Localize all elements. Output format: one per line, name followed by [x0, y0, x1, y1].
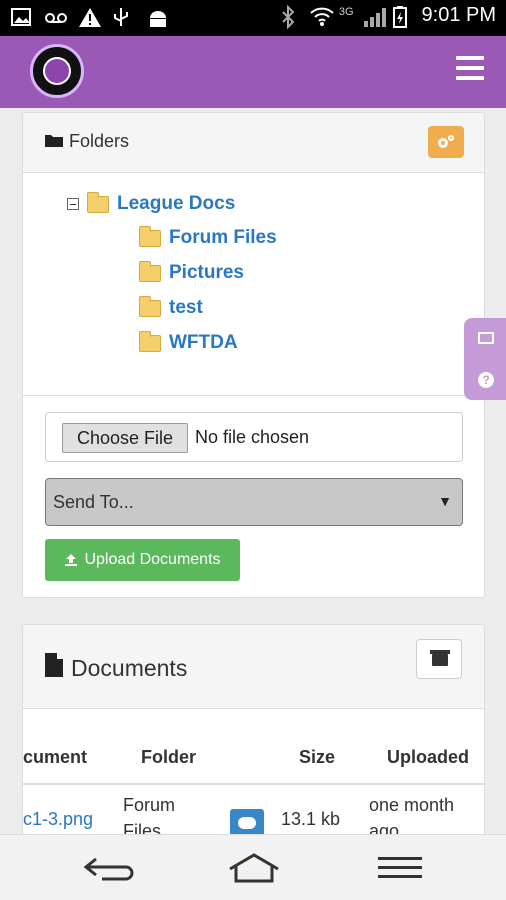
- folder-icon: [139, 260, 161, 282]
- notification-icons: [10, 6, 168, 28]
- document-icon: [45, 653, 63, 683]
- league-logo[interactable]: [30, 44, 84, 98]
- file-input[interactable]: Choose File No file chosen: [45, 412, 463, 462]
- upload-documents-button[interactable]: Upload Documents: [45, 539, 240, 581]
- column-header-size[interactable]: Size: [299, 747, 335, 768]
- archive-button[interactable]: [416, 639, 462, 679]
- battery-charging-icon: [392, 5, 414, 28]
- upload-button-label: Upload Documents: [84, 551, 221, 568]
- comment-icon: [238, 817, 256, 829]
- help-icon[interactable]: ?: [478, 372, 494, 388]
- home-icon: [229, 853, 279, 883]
- system-nav-bar: [0, 834, 506, 900]
- column-header-folder[interactable]: Folder: [141, 747, 196, 768]
- home-button[interactable]: [226, 853, 279, 883]
- usb-icon: [112, 6, 134, 28]
- dropdown-arrow-icon: ▼: [438, 493, 452, 509]
- tree-item-pictures[interactable]: Pictures: [139, 260, 244, 284]
- tree-item-forum-files[interactable]: Forum Files: [139, 225, 277, 249]
- tree-item-label: Pictures: [169, 262, 244, 283]
- upload-icon: [65, 554, 78, 566]
- menu-bar-line: [456, 56, 484, 60]
- wifi-icon: [309, 5, 334, 27]
- document-name-link[interactable]: c1-3.png: [23, 809, 93, 830]
- document-size: 13.1 kb: [281, 809, 341, 829]
- tree-item-league-docs[interactable]: League Docs: [67, 191, 236, 215]
- tree-item-label: Forum Files: [169, 227, 277, 248]
- documents-title: Documents: [45, 653, 187, 683]
- voicemail-icon: [44, 6, 67, 28]
- menu-bar-line: [456, 76, 484, 80]
- system-status: 3G 9:01 PM: [279, 4, 496, 29]
- tree-item-wftda[interactable]: WFTDA: [139, 330, 238, 354]
- tree-item-label: test: [169, 297, 203, 318]
- logo-emblem: [43, 57, 71, 85]
- folder-icon: [45, 131, 63, 152]
- folder-icon: [139, 330, 161, 352]
- folder-open-icon: [87, 191, 109, 213]
- menu-lines-icon: [378, 857, 422, 878]
- tree-item-label: League Docs: [117, 193, 236, 214]
- bluetooth-icon: [279, 4, 301, 29]
- document-uploaded: one month: [369, 795, 455, 815]
- collapse-toggle-icon[interactable]: [67, 198, 79, 210]
- document-uploaded-line2: ago: [369, 821, 400, 834]
- folder-settings-button[interactable]: [428, 126, 464, 158]
- choose-file-button[interactable]: Choose File: [62, 423, 188, 453]
- column-header-document[interactable]: cument: [23, 747, 87, 768]
- back-arrow-icon: [83, 857, 134, 881]
- comments-button[interactable]: [230, 809, 264, 834]
- folders-title: Folders: [45, 131, 129, 152]
- signal-icon: [362, 5, 386, 27]
- tree-item-test[interactable]: test: [139, 295, 203, 319]
- image-notification-icon: [10, 6, 32, 28]
- folder-icon: [139, 295, 161, 317]
- documents-panel: Documents cument Folder Size Uploaded c1…: [22, 624, 485, 834]
- menu-bar-line: [456, 66, 484, 70]
- documents-title-text: Documents: [71, 654, 188, 681]
- gears-icon: [438, 135, 454, 148]
- send-to-value: Send To...: [53, 492, 134, 512]
- side-contact-tab[interactable]: ?: [464, 318, 506, 400]
- clock: 9:01 PM: [421, 4, 496, 26]
- folder-icon: [139, 225, 161, 247]
- tree-item-label: WFTDA: [169, 332, 238, 353]
- document-folder-line2: Files: [123, 821, 162, 834]
- upload-form: Choose File No file chosen Send To... ▼ …: [23, 395, 484, 595]
- main-content: Folders League Docs Forum Files Pictures: [0, 108, 506, 834]
- hamburger-menu-button[interactable]: [456, 56, 484, 80]
- column-header-uploaded[interactable]: Uploaded: [387, 747, 469, 768]
- warning-icon: [78, 6, 101, 28]
- folders-panel-header: Folders: [23, 113, 484, 173]
- android-debug-icon: [146, 6, 168, 28]
- back-button[interactable]: [82, 853, 134, 883]
- documents-panel-header: Documents: [23, 625, 484, 709]
- header-divider: [23, 783, 484, 785]
- menu-button[interactable]: [376, 853, 428, 883]
- archive-icon: [430, 650, 450, 666]
- status-bar: 3G 9:01 PM: [0, 0, 506, 36]
- file-status-text: No file chosen: [195, 427, 310, 447]
- app-header: [0, 36, 506, 108]
- send-to-select[interactable]: Send To... ▼: [45, 478, 463, 526]
- folders-panel: Folders League Docs Forum Files Pictures: [22, 112, 485, 598]
- documents-table: cument Folder Size Uploaded c1-3.png For…: [23, 709, 484, 834]
- mail-icon[interactable]: [478, 332, 494, 344]
- folders-title-text: Folders: [69, 131, 130, 151]
- network-type: 3G: [338, 5, 354, 18]
- document-folder: Forum: [123, 795, 176, 815]
